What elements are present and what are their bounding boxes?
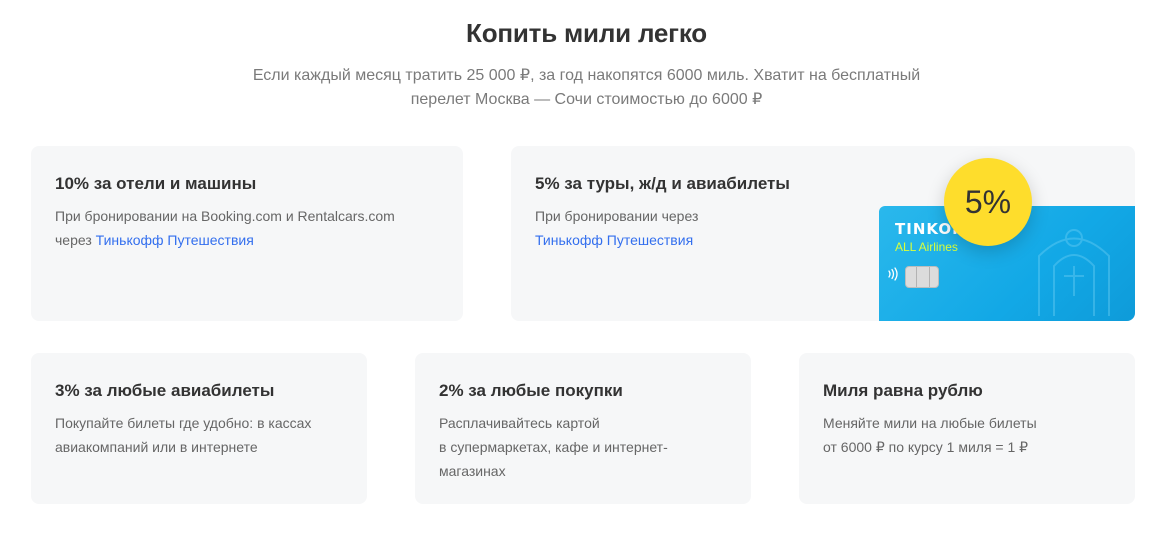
benefit-card-tours-trains-flights: 5% за туры, ж/д и авиабилеты При брониро…	[511, 146, 1135, 321]
card-text: в супермаркетах, кафе и интернет-	[439, 439, 668, 455]
card-text: Расплачивайтесь картой	[439, 415, 600, 431]
card-text: через	[55, 232, 96, 248]
card-text: При бронировании на Booking.com и Rental…	[55, 208, 395, 224]
card-text: магазинах	[439, 463, 506, 479]
cashback-badge: 5%	[944, 158, 1032, 246]
tinkoff-travel-link[interactable]: Тинькофф Путешествия	[535, 228, 698, 252]
subtitle-line: Если каждый месяц тратить 25 000 ₽, за г…	[252, 67, 921, 84]
bank-card-tag: ALL Airlines	[895, 240, 958, 254]
contactless-icon	[888, 267, 898, 281]
card-title: Миля равна рублю	[823, 381, 983, 400]
card-description: Покупайте билеты где удобно: в кассах ав…	[55, 411, 311, 459]
page-subtitle: Если каждый месяц тратить 25 000 ₽, за г…	[0, 64, 1173, 112]
card-description: Расплачивайтесь картой в супермаркетах, …	[439, 411, 668, 483]
page-title: Копить мили легко	[466, 18, 707, 48]
benefit-card-hotels-cars: 10% за отели и машины При бронировании н…	[31, 146, 463, 321]
card-description: При бронировании через Тинькофф Путешест…	[535, 204, 698, 252]
card-text: от 6000 ₽ по курсу 1 миля = 1 ₽	[823, 439, 1029, 455]
card-text: При бронировании через	[535, 208, 699, 224]
benefit-card-flights: 3% за любые авиабилеты Покупайте билеты …	[31, 353, 367, 504]
card-description: Меняйте мили на любые билеты от 6000 ₽ п…	[823, 411, 1037, 459]
card-title: 3% за любые авиабилеты	[55, 381, 275, 400]
card-text: авиакомпаний или в интернете	[55, 439, 258, 455]
card-title: 5% за туры, ж/д и авиабилеты	[535, 174, 790, 193]
card-text: Меняйте мили на любые билеты	[823, 415, 1037, 431]
card-description: При бронировании на Booking.com и Rental…	[55, 204, 395, 252]
card-title: 2% за любые покупки	[439, 381, 623, 400]
card-pattern-icon	[1038, 229, 1110, 316]
card-title: 10% за отели и машины	[55, 174, 257, 193]
card-chip-icon	[905, 266, 939, 288]
card-text: Покупайте билеты где удобно: в кассах	[55, 415, 312, 431]
tinkoff-travel-link[interactable]: Тинькофф Путешествия	[96, 232, 254, 248]
benefit-card-mile-rate: Миля равна рублю Меняйте мили на любые б…	[799, 353, 1135, 504]
subtitle-line: перелет Москва — Сочи стоимостью до 6000…	[410, 91, 763, 108]
benefit-card-purchases: 2% за любые покупки Расплачивайтесь карт…	[415, 353, 751, 504]
card-text-line: через Тинькофф Путешествия	[55, 228, 395, 252]
